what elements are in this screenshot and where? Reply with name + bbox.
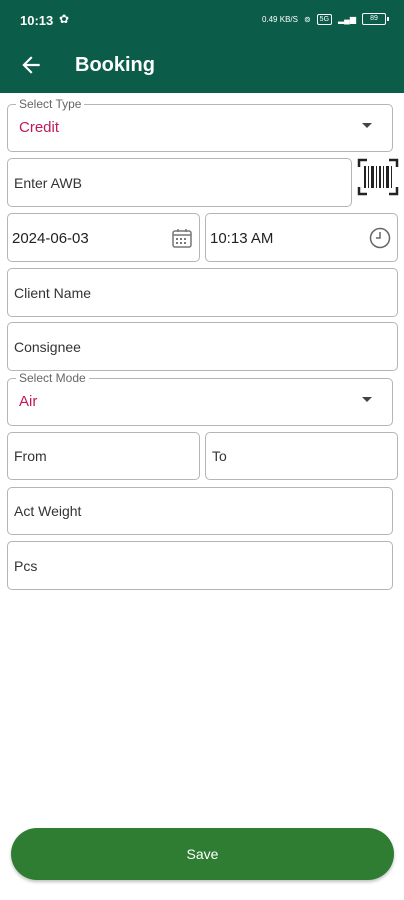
time-field[interactable]: 10:13 AM [205,213,398,262]
act-weight-wrapper [7,487,393,535]
mode-select-value: Air [19,393,38,410]
mode-select[interactable]: Select Mode Air [7,371,393,426]
pcs-input[interactable] [8,542,392,589]
consignee-input[interactable] [8,323,397,370]
back-arrow-icon[interactable] [18,52,44,78]
type-select[interactable]: Select Type Credit [7,97,393,152]
clock-icon[interactable] [368,226,392,250]
save-button[interactable]: Save [11,828,394,880]
to-input[interactable] [206,433,397,479]
page-title: Booking [75,54,155,76]
battery-icon: 89 [362,13,389,25]
save-button-label: Save [186,846,219,862]
sim-badge: 5G [316,13,333,25]
settings-gear-icon: ✿ [59,12,70,26]
hotspot-icon: ⊚ [303,14,311,24]
from-input[interactable] [8,433,199,479]
calendar-icon[interactable] [170,226,194,250]
time-value: 10:13 AM [210,230,274,247]
consignee-wrapper [7,322,398,371]
awb-input[interactable] [8,159,351,206]
app-bar: Booking [0,40,404,93]
date-value: 2024-06-03 [12,230,89,247]
act-weight-input[interactable] [8,488,392,534]
client-name-wrapper [7,268,398,317]
client-name-input[interactable] [8,269,397,316]
net-speed: 0.49 KB/S [261,14,298,24]
status-time: 10:13 [20,13,54,28]
type-select-value: Credit [19,119,60,136]
awb-field-wrapper [7,158,352,207]
status-bar: 10:13 ✿ 0.49 KB/S ⊚ 5G ▂▄▆ 89 [0,0,404,40]
pcs-wrapper [7,541,393,590]
dropdown-arrow-icon [362,123,372,128]
date-field[interactable]: 2024-06-03 [7,213,200,262]
type-select-label: Select Type [16,97,85,111]
mode-select-label: Select Mode [16,371,89,385]
barcode-scanner-icon[interactable] [357,158,399,196]
status-icons: 0.49 KB/S ⊚ 5G ▂▄▆ 89 [261,13,389,25]
dropdown-arrow-icon [362,397,372,402]
signal-icon: ▂▄▆ [338,14,356,24]
from-wrapper [7,432,200,480]
to-wrapper [205,432,398,480]
